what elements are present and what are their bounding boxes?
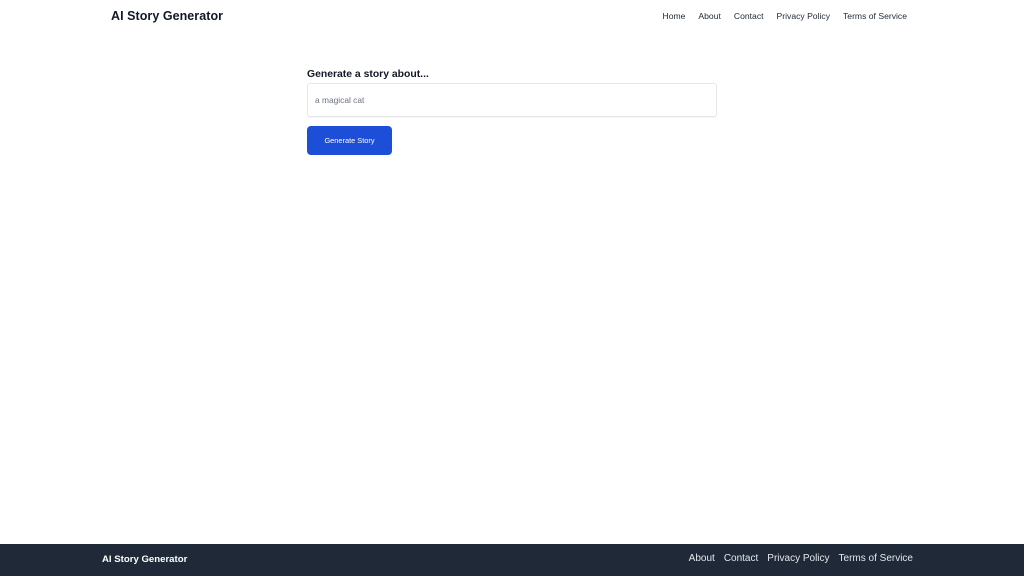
site-header: AI Story Generator Home About Contact Pr…: [0, 0, 1024, 34]
nav-terms-link[interactable]: Terms of Service: [843, 11, 907, 21]
main-nav: Home About Contact Privacy Policy Terms …: [662, 11, 907, 21]
nav-privacy-link[interactable]: Privacy Policy: [777, 11, 830, 21]
footer-about-link[interactable]: About: [689, 553, 715, 564]
footer-nav: About Contact Privacy Policy Terms of Se…: [689, 553, 913, 564]
footer-terms-link[interactable]: Terms of Service: [839, 553, 913, 564]
page: AI Story Generator Home About Contact Pr…: [0, 0, 1024, 576]
footer-brand: AI Story Generator: [102, 554, 188, 565]
story-form: Generate a story about... Generate Story: [307, 69, 717, 155]
nav-contact-link[interactable]: Contact: [734, 11, 764, 21]
nav-about-link[interactable]: About: [698, 11, 720, 21]
site-footer: AI Story Generator About Contact Privacy…: [0, 544, 1024, 576]
footer-contact-link[interactable]: Contact: [724, 553, 758, 564]
nav-home-link[interactable]: Home: [662, 11, 685, 21]
generate-story-button[interactable]: Generate Story: [307, 126, 392, 155]
footer-privacy-link[interactable]: Privacy Policy: [767, 553, 829, 564]
story-prompt-input[interactable]: [307, 83, 717, 117]
story-prompt-label: Generate a story about...: [307, 69, 429, 80]
site-logo[interactable]: AI Story Generator: [111, 9, 223, 23]
